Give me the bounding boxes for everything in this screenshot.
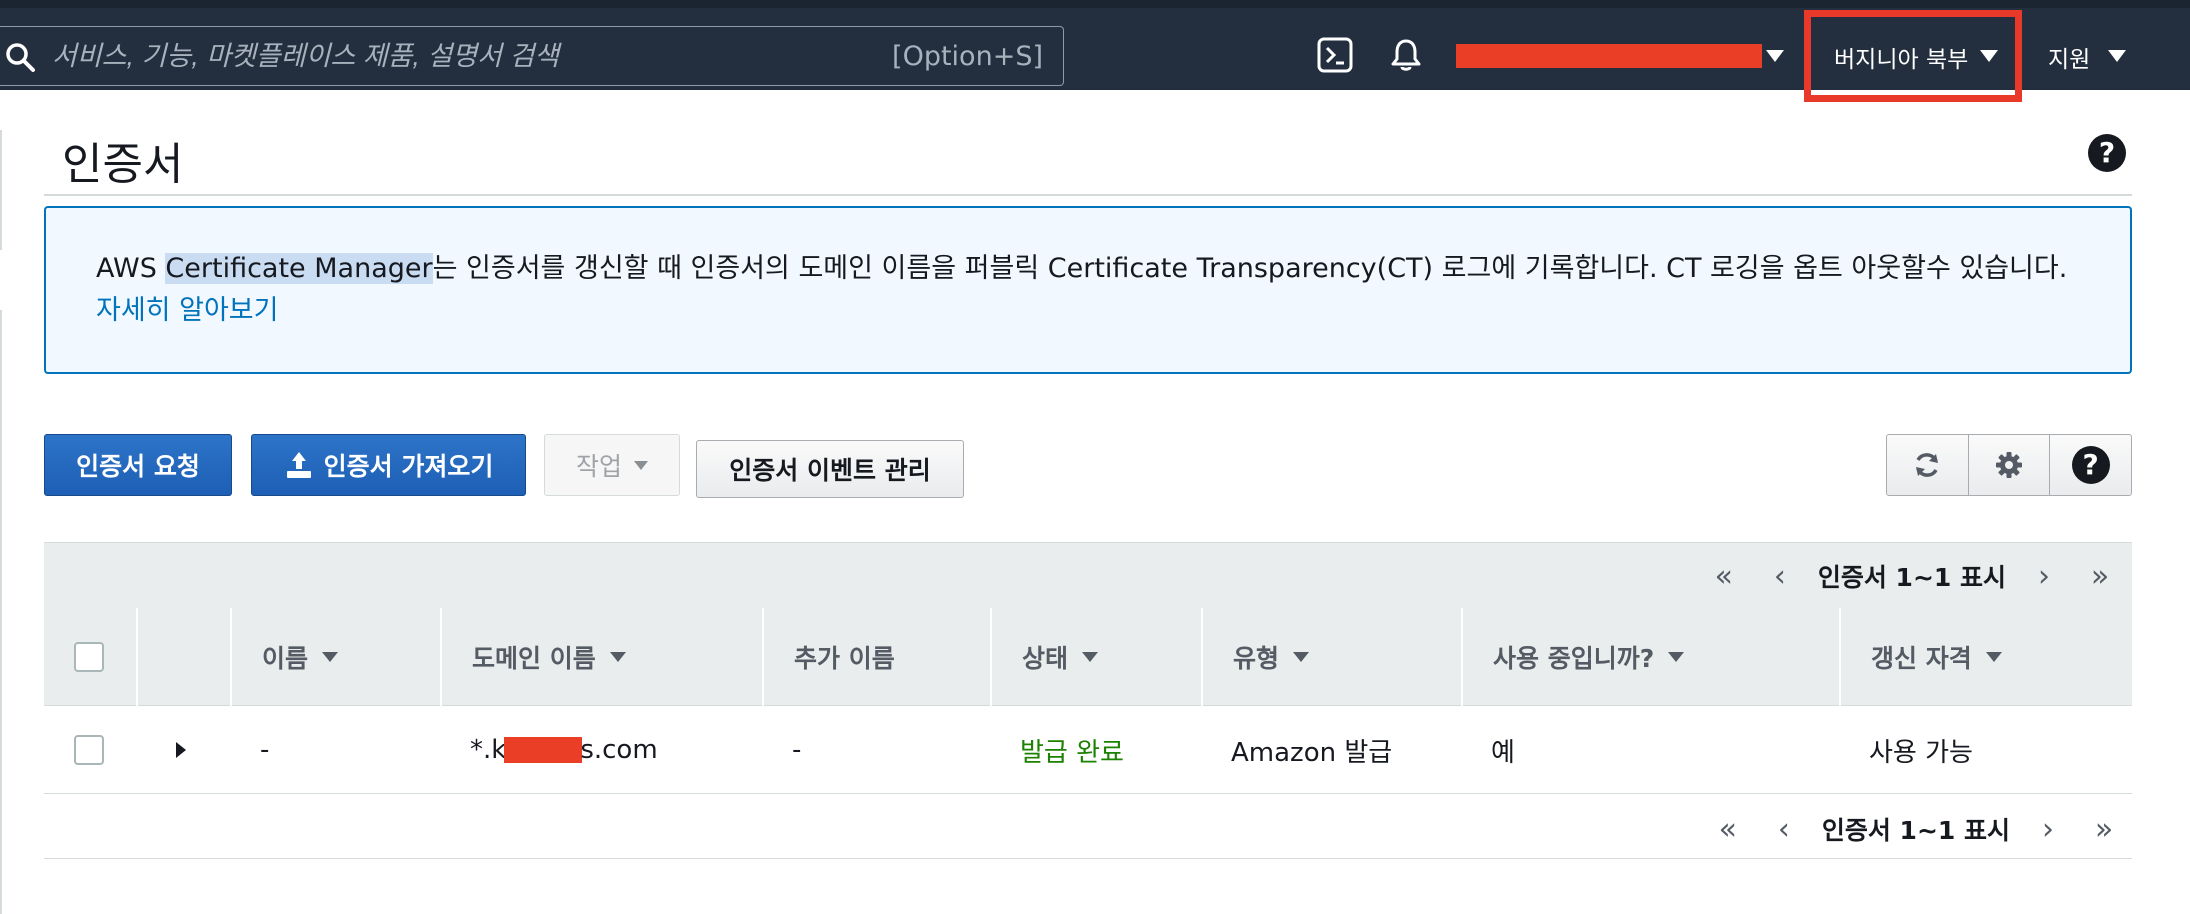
next-page-button[interactable]: › bbox=[2016, 559, 2072, 594]
settings-button[interactable] bbox=[1969, 435, 2051, 495]
pagination-bottom: « ‹ 인증서 1~1 표시 › » bbox=[1700, 806, 2132, 852]
column-header-in-use[interactable]: 사용 중입니까? bbox=[1461, 608, 1839, 706]
selected-text: Certificate Manager bbox=[165, 253, 433, 284]
row-checkbox[interactable] bbox=[74, 735, 104, 765]
next-page-button[interactable]: › bbox=[2020, 812, 2076, 847]
manage-certificate-events-button[interactable]: 인증서 이벤트 관리 bbox=[696, 440, 964, 498]
toolbar-icon-group: ? bbox=[1886, 434, 2132, 496]
search-box[interactable]: [Option+S] bbox=[0, 26, 1064, 86]
expand-row-icon[interactable] bbox=[176, 742, 186, 758]
last-page-button[interactable]: » bbox=[2072, 559, 2128, 594]
refresh-icon bbox=[1916, 453, 1939, 477]
refresh-button[interactable] bbox=[1887, 435, 1969, 495]
account-menu[interactable] bbox=[1456, 44, 1762, 68]
search-icon[interactable] bbox=[4, 41, 36, 73]
prev-page-button[interactable]: ‹ bbox=[1756, 812, 1812, 847]
page-title: 인증서 bbox=[62, 139, 184, 190]
select-all-cell bbox=[44, 608, 136, 706]
row-select-cell bbox=[44, 706, 136, 794]
actions-dropdown[interactable]: 작업 bbox=[544, 434, 680, 496]
divider bbox=[44, 194, 2132, 196]
cell-name: - bbox=[260, 735, 270, 765]
learn-more-link[interactable]: 자세히 알아보기 bbox=[96, 295, 278, 326]
cloudshell-icon[interactable] bbox=[1316, 36, 1354, 74]
side-nav-edge bbox=[0, 130, 4, 250]
sort-caret-icon bbox=[1082, 652, 1099, 662]
bell-icon[interactable] bbox=[1387, 36, 1425, 74]
help-button[interactable]: ? bbox=[2050, 435, 2131, 495]
import-certificate-button[interactable]: 인증서 가져오기 bbox=[251, 434, 526, 496]
column-header-additional-names: 추가 이름 bbox=[762, 608, 990, 706]
gear-icon bbox=[1996, 452, 2022, 478]
sort-caret-icon bbox=[1293, 652, 1310, 662]
table-row[interactable]: - *.k s.com - 발급 완료 Amazon 발급 예 사용 가능 bbox=[44, 706, 2132, 794]
cell-renewal-eligibility: 사용 가능 bbox=[1869, 737, 1973, 768]
table-header: 이름 도메인 이름 추가 이름 상태 유형 사용 중입니까? 갱신 자격 bbox=[44, 608, 2132, 706]
pagination-summary: 인증서 1~1 표시 bbox=[1821, 816, 2010, 845]
column-header-domain[interactable]: 도메인 이름 bbox=[440, 608, 762, 706]
region-selector[interactable]: 버지니아 북부 bbox=[1834, 40, 1968, 74]
region-caret-icon[interactable] bbox=[1980, 50, 1998, 62]
info-alert-text: AWS Certificate Manager는 인증서를 갱신할 때 인증서의… bbox=[96, 253, 2068, 326]
side-nav-edge bbox=[0, 310, 4, 914]
pagination: « ‹ 인증서 1~1 표시 › » bbox=[1696, 553, 2128, 599]
help-icon: ? bbox=[2071, 446, 2110, 484]
column-header-name[interactable]: 이름 bbox=[230, 608, 440, 706]
prev-page-button[interactable]: ‹ bbox=[1752, 559, 1808, 594]
page-help-icon[interactable]: ? bbox=[2088, 134, 2126, 172]
cell-domain: *.k s.com bbox=[470, 735, 658, 765]
row-expand-cell bbox=[136, 706, 230, 794]
support-caret-icon[interactable] bbox=[2108, 50, 2126, 62]
redaction-mark bbox=[504, 737, 583, 763]
column-header-renewal-eligibility[interactable]: 갱신 자격 bbox=[1839, 608, 2132, 706]
cell-type: Amazon 발급 bbox=[1231, 737, 1393, 768]
top-navigation-bar: [Option+S] 버지니아 북부 지원 bbox=[0, 0, 2190, 102]
cell-status: 발급 완료 bbox=[1020, 737, 1124, 768]
sort-caret-icon bbox=[609, 652, 626, 662]
support-menu[interactable]: 지원 bbox=[2048, 40, 2090, 74]
divider bbox=[44, 858, 2132, 859]
sort-caret-icon bbox=[1668, 652, 1685, 662]
cell-additional-names: - bbox=[792, 735, 802, 765]
account-caret-icon[interactable] bbox=[1766, 50, 1784, 62]
pagination-summary: 인증서 1~1 표시 bbox=[1817, 563, 2006, 592]
upload-icon bbox=[286, 452, 311, 478]
actions-caret-icon bbox=[634, 460, 648, 470]
first-page-button[interactable]: « bbox=[1700, 812, 1756, 847]
select-all-checkbox[interactable] bbox=[74, 642, 104, 672]
last-page-button[interactable]: » bbox=[2076, 812, 2132, 847]
request-certificate-button[interactable]: 인증서 요청 bbox=[44, 434, 232, 496]
column-header-status[interactable]: 상태 bbox=[990, 608, 1201, 706]
search-input[interactable] bbox=[52, 27, 872, 85]
sort-caret-icon bbox=[322, 652, 339, 662]
info-alert: AWS Certificate Manager는 인증서를 갱신할 때 인증서의… bbox=[44, 206, 2132, 374]
search-shortcut-hint: [Option+S] bbox=[892, 41, 1043, 72]
first-page-button[interactable]: « bbox=[1696, 559, 1752, 594]
column-header-type[interactable]: 유형 bbox=[1201, 608, 1461, 706]
table-pagination-header: « ‹ 인증서 1~1 표시 › » bbox=[44, 542, 2132, 608]
sort-caret-icon bbox=[1985, 652, 2002, 662]
cell-in-use: 예 bbox=[1491, 737, 1515, 768]
expand-column-header bbox=[136, 608, 230, 706]
